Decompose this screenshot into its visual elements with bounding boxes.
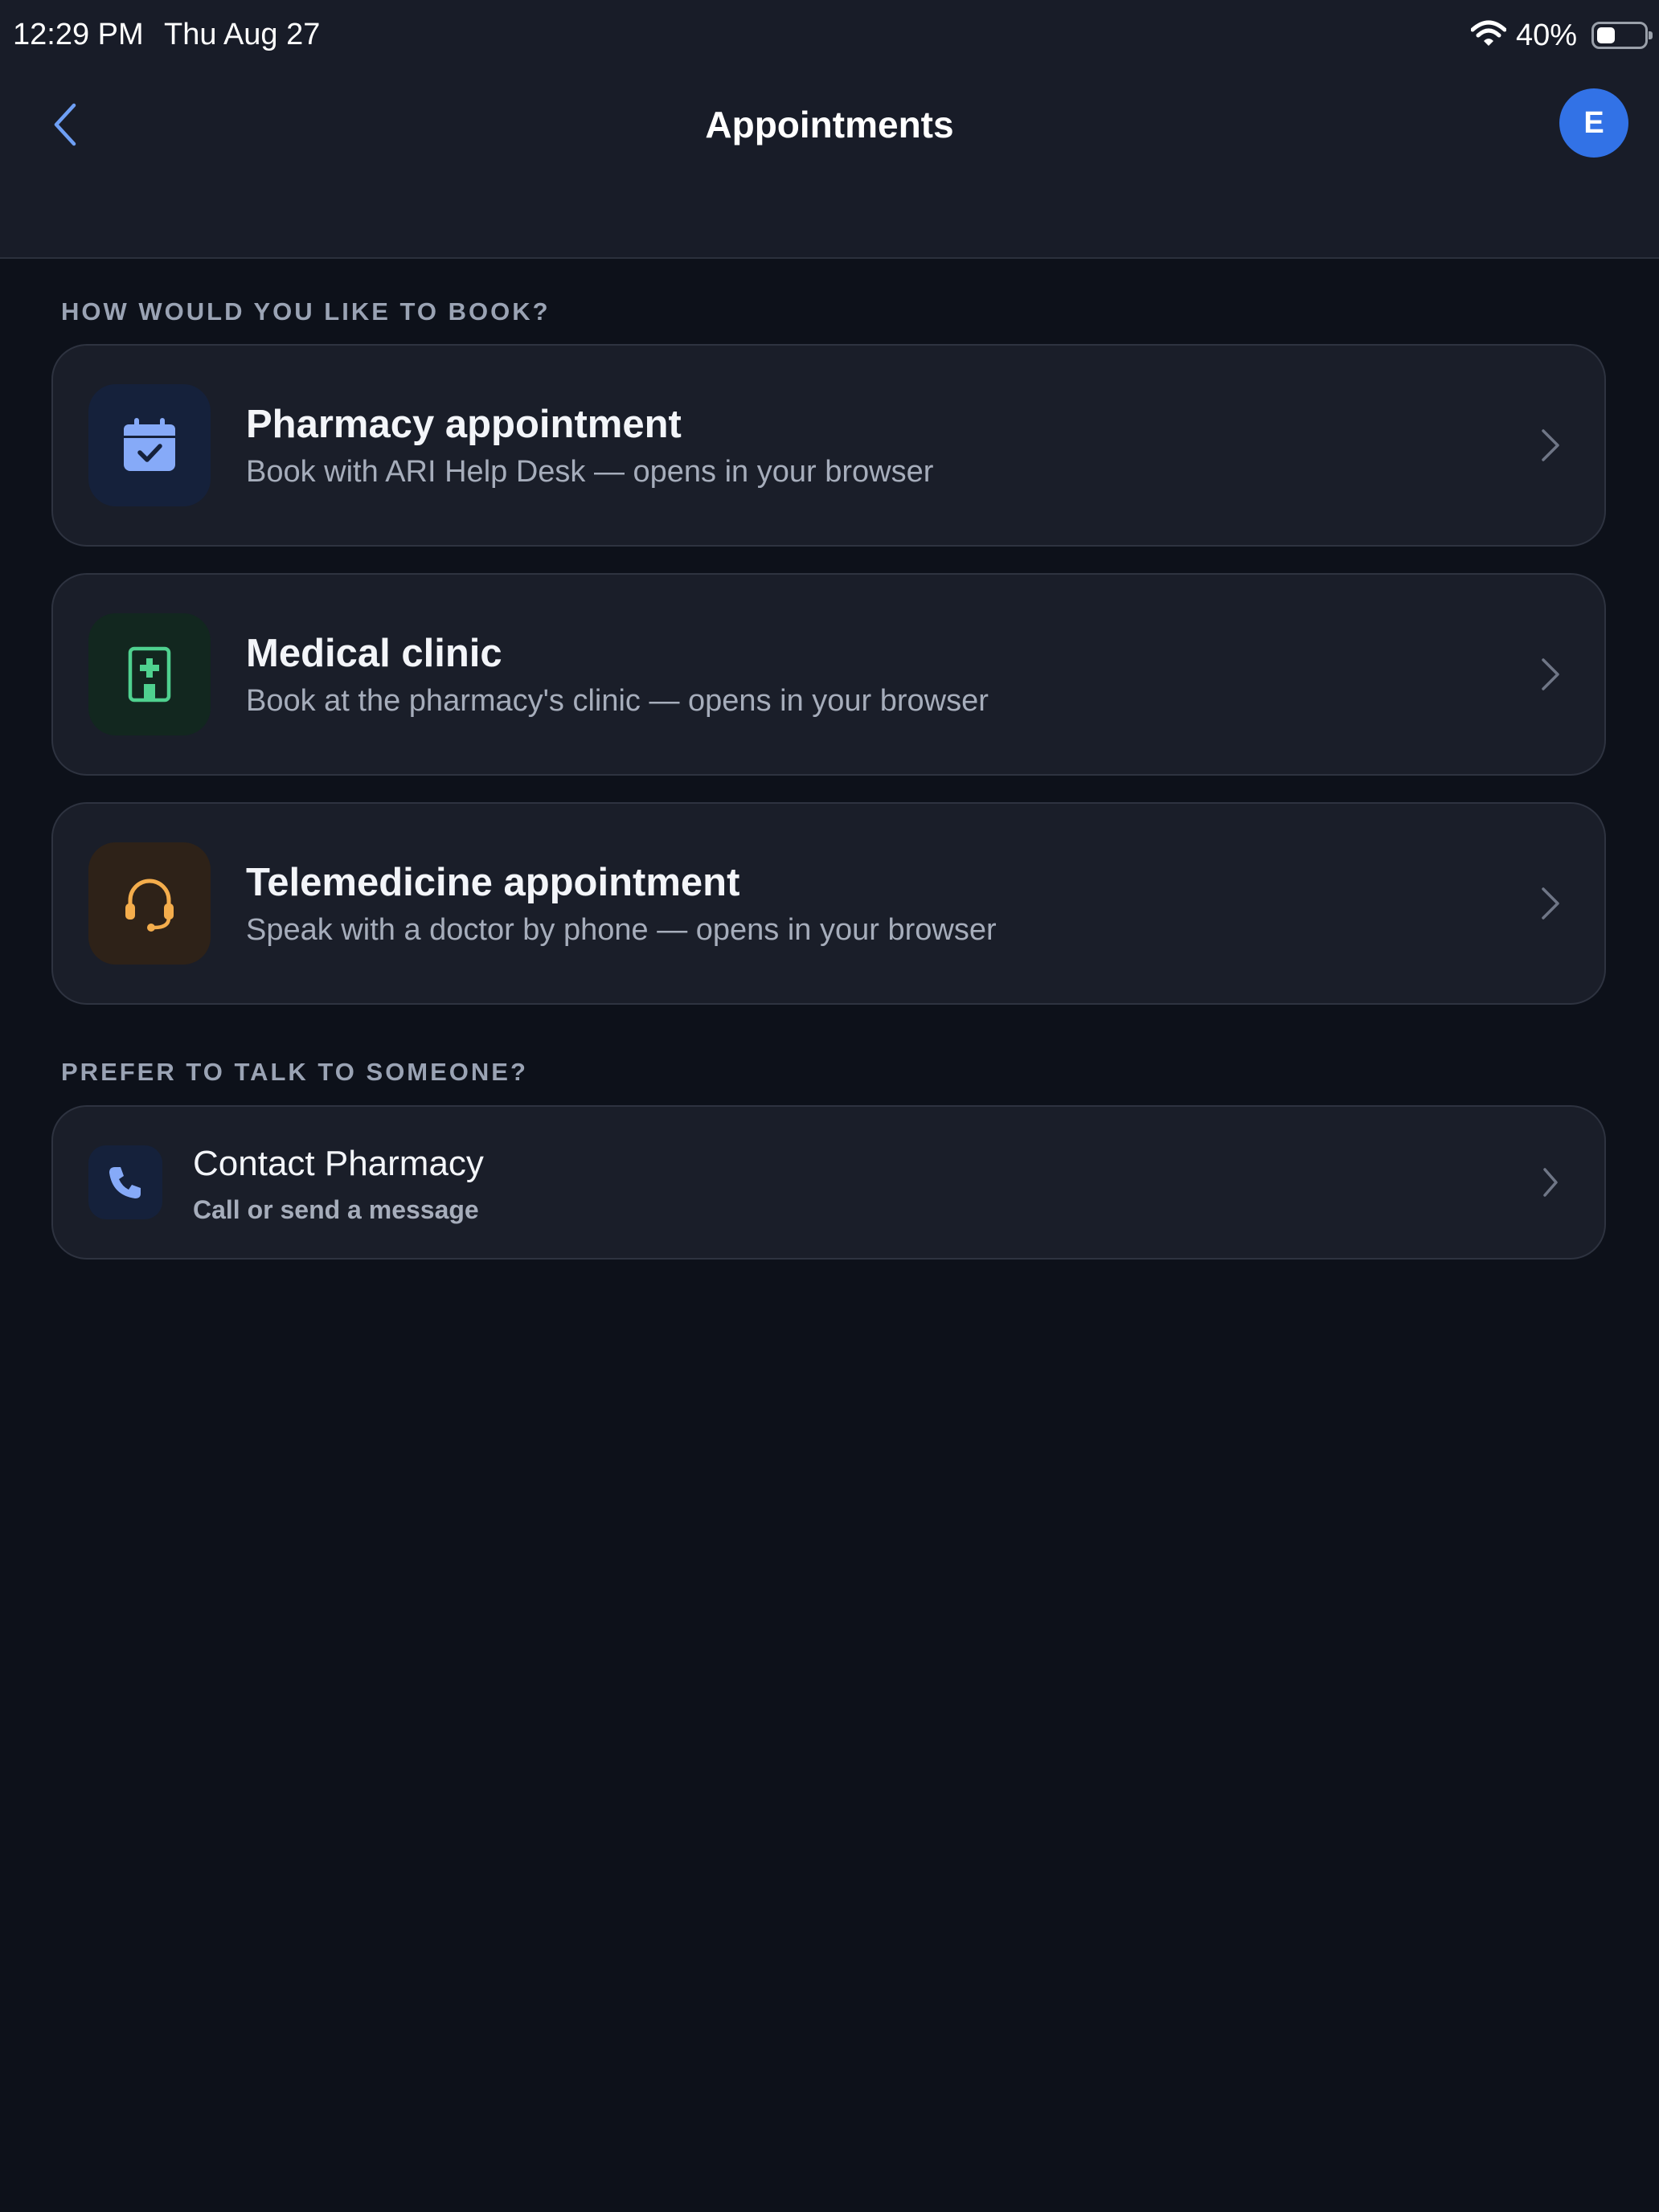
option-title: Telemedicine appointment xyxy=(246,861,740,904)
headset-icon xyxy=(125,879,174,932)
battery-icon xyxy=(1591,22,1653,49)
avatar[interactable]: E xyxy=(1559,88,1628,158)
status-bar: 12:29 PM Thu Aug 27 40% xyxy=(0,0,1659,72)
chevron-right-icon xyxy=(1542,658,1559,690)
hospital-icon xyxy=(128,646,171,703)
icon-tile xyxy=(88,1145,162,1219)
status-time: 12:29 PM xyxy=(13,18,144,51)
status-right: 40% xyxy=(1470,16,1653,55)
icon-tile xyxy=(88,842,211,965)
contact-pharmacy-card[interactable]: Contact Pharmacy Call or send a message xyxy=(51,1105,1606,1260)
status-date: Thu Aug 27 xyxy=(164,18,321,51)
section-header-talk: PREFER TO TALK TO SOMEONE? xyxy=(61,1058,528,1086)
wifi-icon xyxy=(1470,20,1507,51)
chevron-right-icon xyxy=(1542,887,1559,920)
chevron-right-icon xyxy=(1543,1168,1558,1197)
option-title: Pharmacy appointment xyxy=(246,403,682,446)
option-subtitle: Book at the pharmacy's clinic — opens in… xyxy=(246,684,989,718)
battery-percent: 40% xyxy=(1515,18,1577,52)
icon-tile xyxy=(88,613,211,735)
medical-clinic-card[interactable]: Medical clinic Book at the pharmacy's cl… xyxy=(51,573,1606,776)
calendar-check-icon xyxy=(124,418,175,471)
icon-tile xyxy=(88,384,211,506)
chevron-right-icon xyxy=(1542,429,1559,461)
contact-title: Contact Pharmacy xyxy=(193,1144,484,1183)
pharmacy-appointment-card[interactable]: Pharmacy appointment Book with ARI Help … xyxy=(51,344,1606,547)
option-subtitle: Book with ARI Help Desk — opens in your … xyxy=(246,455,934,489)
option-subtitle: Speak with a doctor by phone — opens in … xyxy=(246,913,997,947)
navigation-bar xyxy=(0,72,1659,259)
page-title: Appointments xyxy=(705,104,954,145)
phone-icon xyxy=(109,1167,141,1198)
option-title: Medical clinic xyxy=(246,632,502,675)
section-header-book: HOW WOULD YOU LIKE TO BOOK? xyxy=(61,297,551,326)
contact-subtitle: Call or send a message xyxy=(193,1195,479,1224)
telemedicine-appointment-card[interactable]: Telemedicine appointment Speak with a do… xyxy=(51,802,1606,1005)
